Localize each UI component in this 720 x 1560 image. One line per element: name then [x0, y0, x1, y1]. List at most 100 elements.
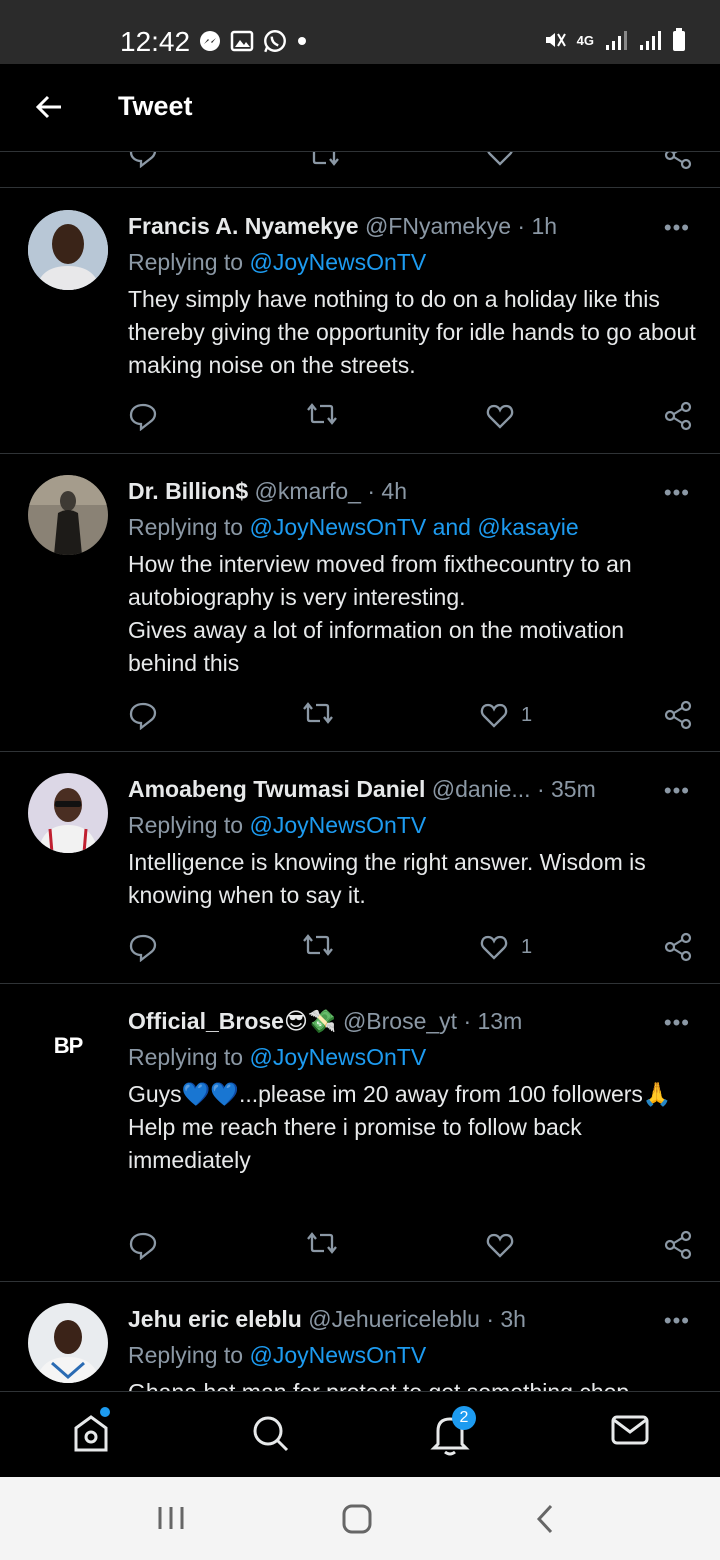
share-icon: [664, 401, 692, 431]
share-button[interactable]: [664, 700, 692, 730]
retweet-button[interactable]: [306, 401, 338, 427]
reply-icon: [129, 934, 157, 962]
author-handle[interactable]: @FNyamekye: [365, 213, 511, 239]
like-icon: [480, 703, 508, 728]
avatar[interactable]: [28, 475, 108, 555]
messenger-icon: [200, 31, 220, 51]
app-bar: Tweet: [0, 64, 720, 152]
tweet-text: They simply have nothing to do on a holi…: [128, 286, 696, 378]
back-button-icon[interactable]: [534, 1503, 556, 1535]
like-button[interactable]: [485, 401, 527, 431]
tweet-header: Dr. Billion$ @kmarfo_ · 4h: [128, 478, 407, 505]
like-button[interactable]: 1: [479, 700, 532, 730]
home-button-icon[interactable]: [341, 1503, 373, 1535]
author-name[interactable]: Dr. Billion$: [128, 478, 248, 504]
reply-button[interactable]: [128, 401, 158, 431]
retweet-icon: [307, 1232, 337, 1254]
status-notification-icons: [198, 28, 308, 54]
retweet-button[interactable]: [302, 700, 334, 726]
author-handle[interactable]: @kmarfo_: [255, 478, 361, 504]
tweet-text: How the interview moved from fixthecount…: [128, 551, 632, 676]
signal-icon-1: [606, 31, 627, 50]
author-name[interactable]: Jehu eric eleblu: [128, 1306, 302, 1332]
reply-icon: [129, 702, 157, 730]
tweet-actions: 1: [128, 932, 698, 964]
replying-to-label: Replying to: [128, 812, 250, 838]
retweet-icon[interactable]: [308, 152, 340, 168]
home-icon[interactable]: [72, 1412, 110, 1454]
retweet-icon: [303, 934, 333, 956]
retweet-icon: [307, 403, 337, 425]
more-options-icon[interactable]: •••: [664, 215, 690, 241]
share-button[interactable]: [664, 932, 692, 962]
tweet-text: Guys💙💙...please im 20 away from 100 foll…: [128, 1081, 672, 1173]
whatsapp-icon: [264, 30, 286, 53]
more-options-icon[interactable]: •••: [664, 1010, 690, 1036]
share-icon[interactable]: [664, 152, 692, 170]
status-bar: 12:42 4G: [0, 0, 720, 64]
author-handle[interactable]: @danie...: [432, 776, 531, 802]
reply-mention-link[interactable]: @JoyNewsOnTV and @kasayie: [249, 514, 578, 540]
recent-apps-icon[interactable]: [156, 1505, 186, 1531]
tweet-reply[interactable]: Amoabeng Twumasi Daniel @danie... · 35m …: [0, 752, 720, 984]
avatar[interactable]: [28, 773, 108, 853]
share-icon: [664, 932, 692, 962]
avatar[interactable]: [28, 1303, 108, 1383]
dot-icon: [298, 37, 306, 45]
like-button[interactable]: 1: [479, 932, 532, 962]
replying-to-label: Replying to: [128, 1342, 250, 1368]
like-icon: [486, 1233, 514, 1258]
author-handle[interactable]: @Jehuericeleblu: [308, 1306, 480, 1332]
messages-mail-icon[interactable]: [610, 1412, 650, 1448]
avatar[interactable]: BP: [28, 1005, 108, 1085]
like-count: 1: [521, 703, 533, 726]
signal-icon-2: [640, 31, 661, 50]
author-name[interactable]: Francis A. Nyamekye: [128, 213, 359, 239]
more-options-icon[interactable]: •••: [664, 1308, 690, 1334]
mute-icon: [545, 33, 566, 47]
retweet-button[interactable]: [306, 1230, 338, 1256]
author-handle[interactable]: @Brose_yt: [343, 1008, 457, 1034]
tweet-time: · 3h: [486, 1306, 526, 1332]
network-type-label: 4G: [576, 32, 594, 48]
replying-to-label: Replying to: [128, 514, 250, 540]
replying-to: Replying to @JoyNewsOnTV and @kasayie: [128, 514, 579, 541]
reply-mention-link[interactable]: @JoyNewsOnTV: [249, 1044, 426, 1070]
replying-to-label: Replying to: [128, 1044, 250, 1070]
more-options-icon[interactable]: •••: [664, 480, 690, 506]
avatar[interactable]: [28, 210, 108, 290]
more-options-icon[interactable]: •••: [664, 778, 690, 804]
share-button[interactable]: [664, 401, 692, 431]
reply-icon[interactable]: [128, 152, 158, 168]
tweet-header: Jehu eric eleblu @Jehuericeleblu · 3h: [128, 1306, 526, 1333]
reply-button[interactable]: [128, 700, 158, 730]
tweet-header: Amoabeng Twumasi Daniel @danie... · 35m: [128, 776, 596, 803]
notifications-badge: 2: [452, 1406, 476, 1430]
status-system-icons: 4G: [543, 28, 686, 52]
page-title: Tweet: [118, 91, 193, 121]
retweet-button[interactable]: [302, 932, 334, 958]
like-count: 1: [521, 935, 533, 958]
back-arrow-icon[interactable]: [34, 92, 64, 122]
like-button[interactable]: [485, 1230, 527, 1260]
reply-mention-link[interactable]: @JoyNewsOnTV: [249, 1342, 426, 1368]
tweet-actions: 1: [128, 700, 698, 732]
like-icon[interactable]: [485, 152, 515, 168]
author-name[interactable]: Official_Brose😎💸: [128, 1008, 337, 1034]
tweet-reply[interactable]: Jehu eric eleblu @Jehuericeleblu · 3h ••…: [0, 1282, 720, 1391]
reply-button[interactable]: [128, 1230, 158, 1260]
tweet-reply[interactable]: Dr. Billion$ @kmarfo_ · 4h ••• Replying …: [0, 454, 720, 752]
tweet-reply[interactable]: Francis A. Nyamekye @FNyamekye · 1h ••• …: [0, 189, 720, 454]
author-name[interactable]: Amoabeng Twumasi Daniel: [128, 776, 425, 802]
tweet-header: Official_Brose😎💸 @Brose_yt · 13m: [128, 1008, 522, 1035]
battery-icon: [673, 28, 685, 51]
search-icon[interactable]: [251, 1412, 291, 1454]
tweet-reply[interactable]: BP Official_Brose😎💸 @Brose_yt · 13m ••• …: [0, 984, 720, 1282]
reply-mention-link[interactable]: @JoyNewsOnTV: [249, 249, 426, 275]
tweet-time: · 4h: [367, 478, 407, 504]
reply-mention-link[interactable]: @JoyNewsOnTV: [249, 812, 426, 838]
replying-to: Replying to @JoyNewsOnTV: [128, 812, 426, 839]
share-button[interactable]: [664, 1230, 692, 1260]
reply-button[interactable]: [128, 932, 158, 962]
home-new-content-dot: [100, 1407, 110, 1417]
